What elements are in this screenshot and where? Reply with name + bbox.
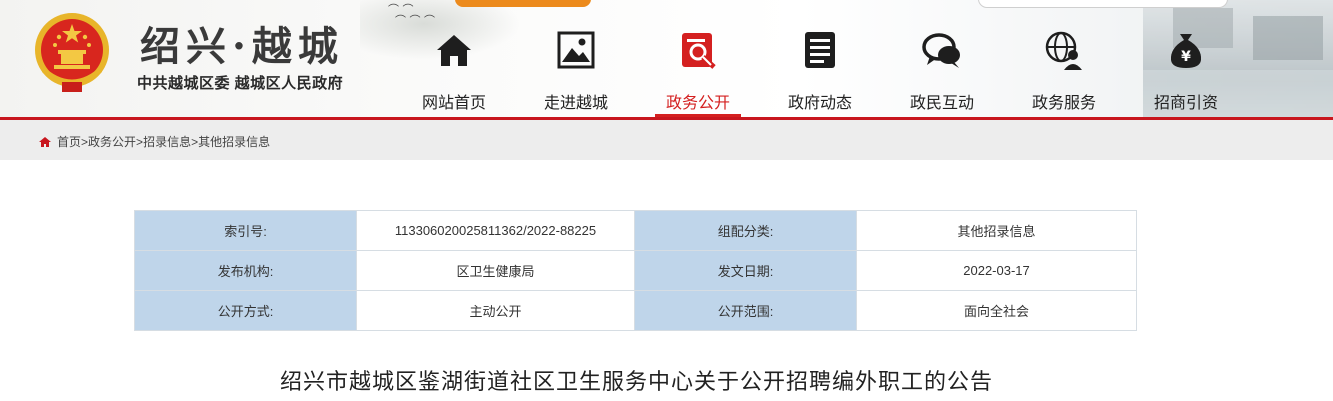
nav-item-news[interactable]: 政府动态	[760, 0, 880, 117]
meta-key: 公开方式:	[134, 290, 357, 331]
breadcrumb-separator: >	[191, 134, 199, 149]
meta-key: 公开范围:	[634, 290, 857, 331]
table-row: 索引号: 113306020025811362/2022-88225 组配分类:…	[134, 210, 1137, 251]
nav-item-about[interactable]: 走进越城	[516, 0, 636, 117]
svg-text:¥: ¥	[1181, 49, 1191, 65]
site-logo-subtitle: 中共越城区委 越城区人民政府	[137, 75, 344, 92]
breadcrumb-link-recruitment[interactable]: 招录信息	[143, 133, 191, 150]
site-header: ⌒ ⌒ ⌒ ⌒ ⌒ 绍兴·越城 中共越城区委 越城区人民政府 网站首页 走进越城…	[0, 0, 1333, 117]
table-row: 发布机构: 区卫生健康局 发文日期: 2022-03-17	[134, 250, 1137, 291]
nav-label: 招商引资	[1153, 95, 1218, 112]
nav-item-gov-affairs[interactable]: 政务公开	[638, 0, 758, 117]
document-search-icon	[682, 33, 716, 69]
nav-label: 网站首页	[421, 95, 486, 112]
breadcrumb-bar: 首页 > 政务公开 > 招录信息 > 其他招录信息	[0, 120, 1333, 160]
nav-label: 政务公开	[665, 95, 730, 112]
meta-value: 113306020025811362/2022-88225	[356, 210, 635, 251]
meta-key: 组配分类:	[634, 210, 857, 251]
document-title: 绍兴市越城区鉴湖街道社区卫生服务中心关于公开招聘编外职工的公告	[279, 369, 993, 394]
national-emblem-icon	[35, 13, 109, 92]
breadcrumb-separator: >	[81, 134, 89, 149]
nav-label: 走进越城	[543, 95, 608, 112]
nav-label: 政府动态	[787, 95, 852, 112]
breadcrumb-link-other-recruitment[interactable]: 其他招录信息	[198, 133, 270, 150]
nav-item-investment[interactable]: ¥ 招商引资	[1126, 0, 1246, 117]
document-metadata-table: 索引号: 113306020025811362/2022-88225 组配分类:…	[134, 210, 1137, 331]
nav-item-home[interactable]: 网站首页	[394, 0, 514, 117]
nav-label: 政务服务	[1031, 95, 1096, 112]
meta-key: 索引号:	[134, 210, 357, 251]
home-icon	[39, 136, 51, 147]
nav-item-services[interactable]: 政务服务	[1004, 0, 1124, 117]
picture-icon	[557, 31, 595, 69]
chat-bubble-icon	[922, 33, 960, 68]
meta-key: 发文日期:	[634, 250, 857, 291]
meta-value: 面向全社会	[856, 290, 1137, 331]
nav-label: 政民互动	[909, 95, 974, 112]
site-logo-title: 绍兴·越城	[140, 23, 344, 70]
money-bag-icon: ¥	[1170, 34, 1202, 68]
meta-key: 发布机构:	[134, 250, 357, 291]
news-list-icon	[805, 32, 835, 68]
meta-value: 区卫生健康局	[356, 250, 635, 291]
meta-value: 2022-03-17	[856, 250, 1137, 291]
meta-value: 主动公开	[356, 290, 635, 331]
breadcrumb: 首页 > 政务公开 > 招录信息 > 其他招录信息	[38, 133, 270, 150]
meta-value: 其他招录信息	[856, 210, 1137, 251]
home-icon	[437, 35, 471, 66]
table-row: 公开方式: 主动公开 公开范围: 面向全社会	[134, 290, 1137, 331]
breadcrumb-separator: >	[136, 134, 144, 149]
breadcrumb-link-gov-affairs[interactable]: 政务公开	[88, 133, 136, 150]
globe-user-icon	[1045, 31, 1082, 70]
breadcrumb-link-home[interactable]: 首页	[57, 133, 81, 150]
nav-item-interaction[interactable]: 政民互动	[882, 0, 1002, 117]
